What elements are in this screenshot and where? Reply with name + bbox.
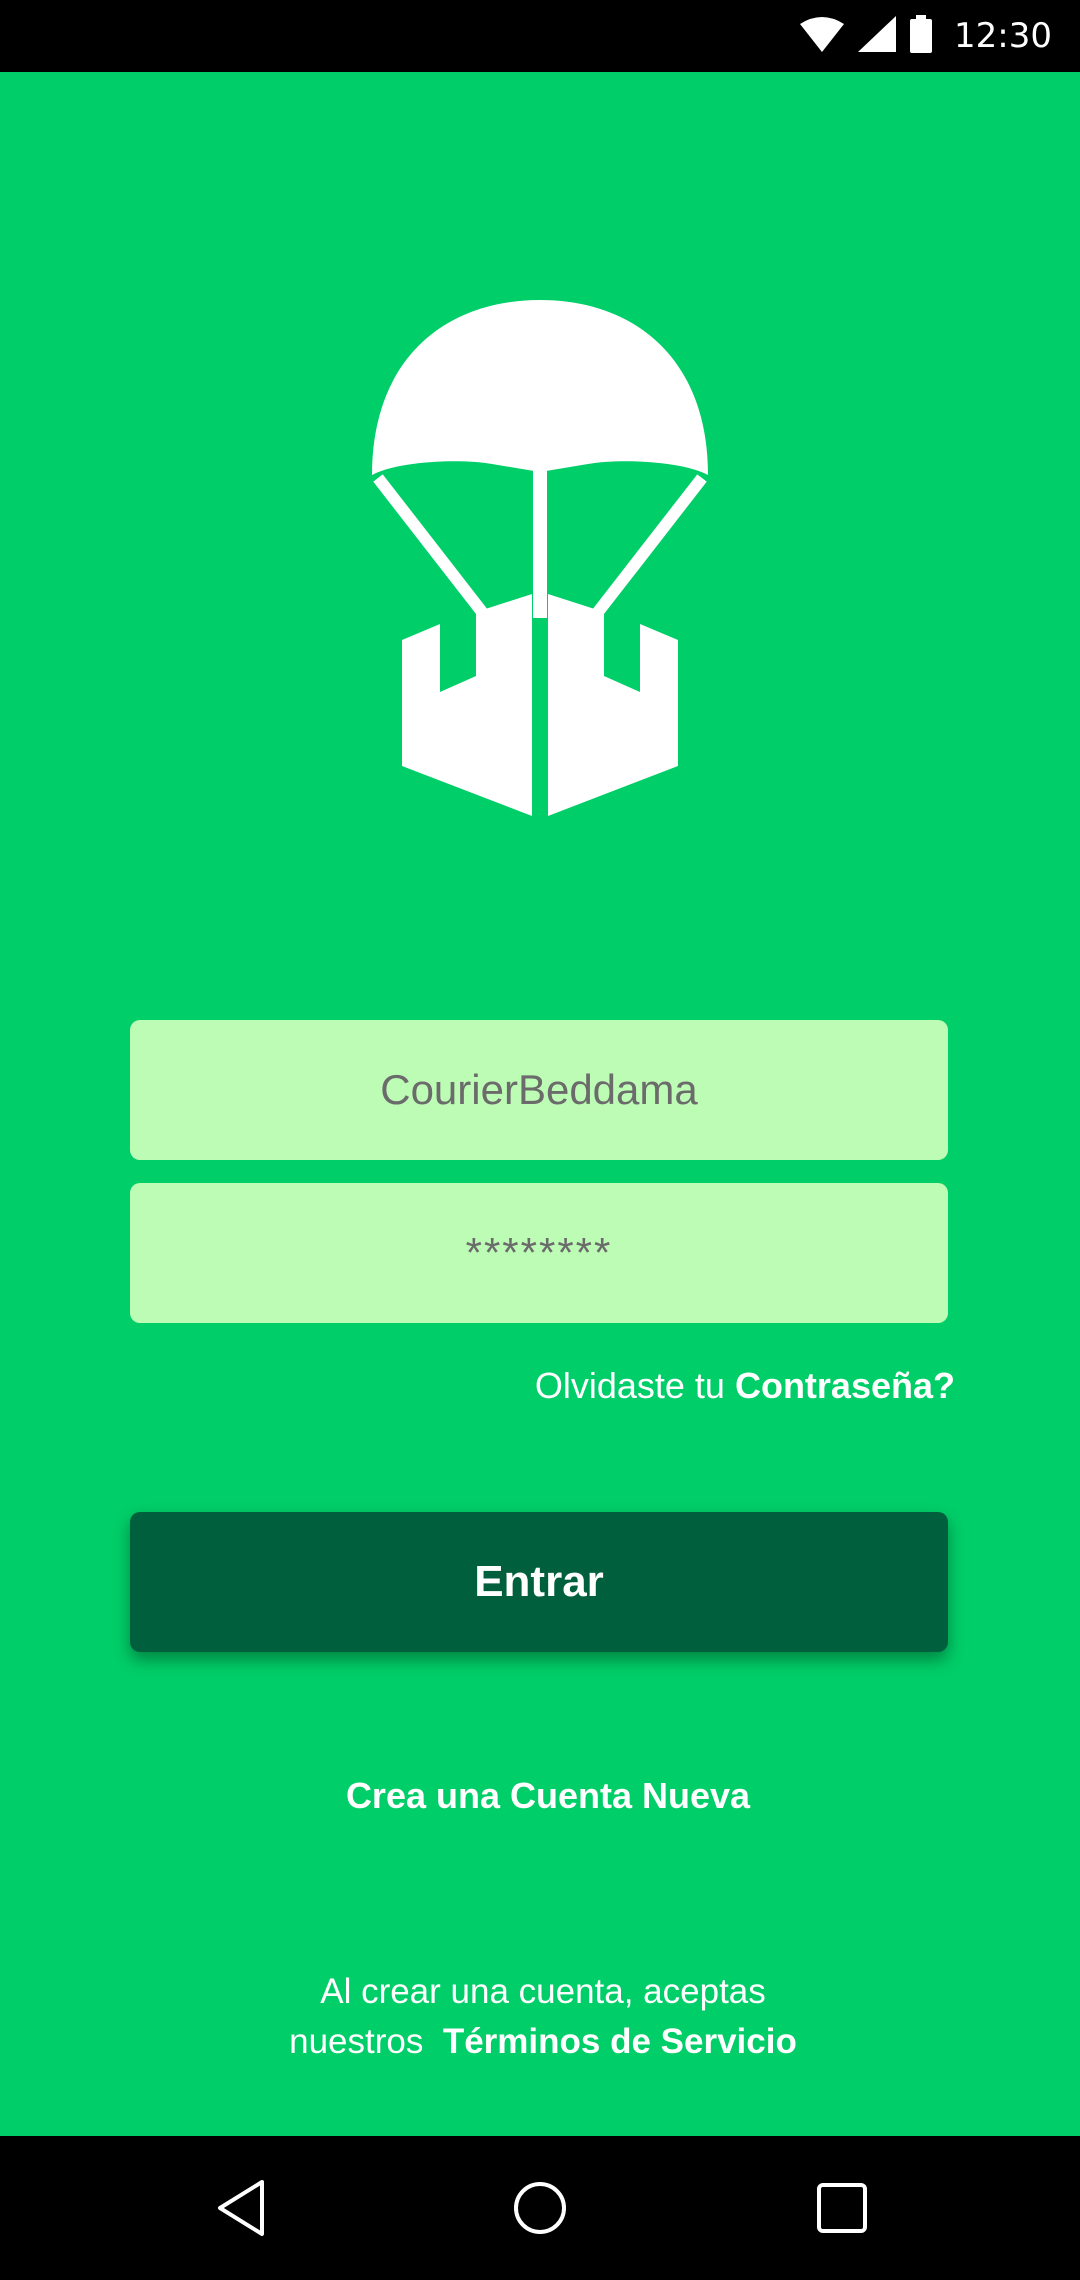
status-bar: 12:30 (0, 0, 1080, 72)
recents-icon[interactable] (812, 2178, 872, 2238)
forgot-password-label: Contraseña? (734, 1365, 955, 1406)
terms-line-1: Al crear una cuenta, aceptas (320, 1972, 766, 2011)
battery-icon (910, 14, 933, 58)
home-icon[interactable] (510, 2178, 570, 2238)
forgot-password-link[interactable]: Olvidaste tu Contraseña? (535, 1365, 955, 1407)
login-button-label: Entrar (474, 1557, 604, 1606)
password-placeholder: ******** (465, 1229, 613, 1276)
terms-prefix: nuestros (289, 2022, 443, 2061)
cell-signal-icon (858, 15, 897, 57)
parachute-box-logo (372, 300, 708, 816)
status-icons: 12:30 (800, 14, 1052, 58)
forgot-password-prefix: Olvidaste tu (534, 1365, 735, 1406)
terms-of-service-link[interactable]: Términos de Servicio (443, 2022, 797, 2061)
create-account-label: Crea una Cuenta Nueva (345, 1775, 751, 1816)
terms-notice: Al crear una cuenta, aceptas nuestros Té… (0, 1967, 1080, 2067)
navigation-bar (0, 2136, 1080, 2280)
username-placeholder: CourierBeddama (380, 1066, 698, 1113)
login-button[interactable]: Entrar (130, 1512, 948, 1652)
terms-line-2: nuestros Términos de Servicio (0, 2017, 1080, 2067)
username-input[interactable]: CourierBeddama (130, 1020, 948, 1160)
password-input[interactable]: ******** (130, 1183, 948, 1323)
back-icon[interactable] (212, 2178, 272, 2238)
create-account-link[interactable]: Crea una Cuenta Nueva (0, 1775, 1080, 1817)
login-screen: CourierBeddama ******** Olvidaste tu Con… (0, 72, 1080, 2136)
wifi-icon (800, 16, 845, 57)
clock-time: 12:30 (954, 16, 1052, 56)
